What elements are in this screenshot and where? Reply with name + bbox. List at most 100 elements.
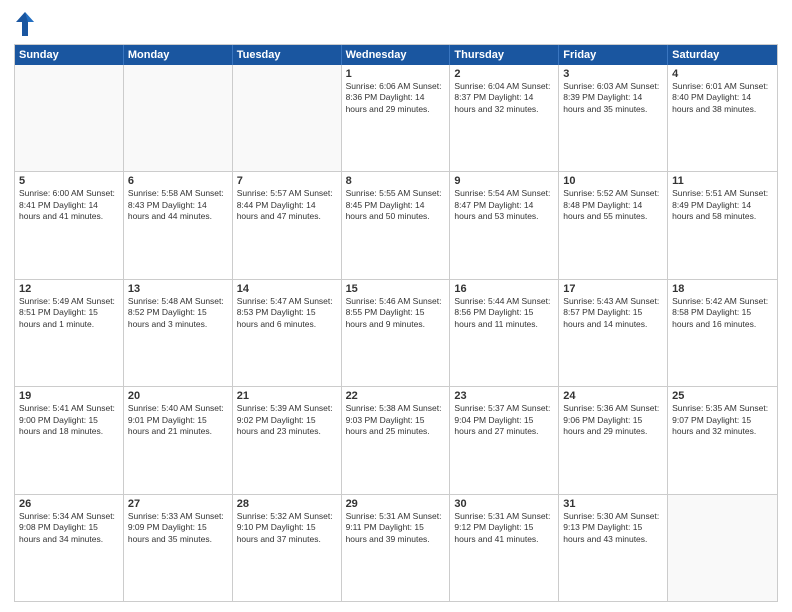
- day-info: Sunrise: 5:54 AM Sunset: 8:47 PM Dayligh…: [454, 188, 554, 222]
- day-number: 19: [19, 390, 119, 402]
- day-number: 17: [563, 283, 663, 295]
- header-day-tuesday: Tuesday: [233, 45, 342, 65]
- calendar-row-1: 1Sunrise: 6:06 AM Sunset: 8:36 PM Daylig…: [15, 65, 777, 171]
- day-number: 16: [454, 283, 554, 295]
- empty-cell: [15, 65, 124, 171]
- day-number: 7: [237, 175, 337, 187]
- day-number: 14: [237, 283, 337, 295]
- day-number: 21: [237, 390, 337, 402]
- calendar-row-3: 12Sunrise: 5:49 AM Sunset: 8:51 PM Dayli…: [15, 279, 777, 386]
- day-info: Sunrise: 5:43 AM Sunset: 8:57 PM Dayligh…: [563, 296, 663, 330]
- day-cell-18: 18Sunrise: 5:42 AM Sunset: 8:58 PM Dayli…: [668, 280, 777, 386]
- day-cell-27: 27Sunrise: 5:33 AM Sunset: 9:09 PM Dayli…: [124, 495, 233, 601]
- day-number: 11: [672, 175, 773, 187]
- day-info: Sunrise: 5:57 AM Sunset: 8:44 PM Dayligh…: [237, 188, 337, 222]
- day-cell-16: 16Sunrise: 5:44 AM Sunset: 8:56 PM Dayli…: [450, 280, 559, 386]
- day-info: Sunrise: 5:33 AM Sunset: 9:09 PM Dayligh…: [128, 511, 228, 545]
- day-number: 3: [563, 68, 663, 80]
- day-number: 8: [346, 175, 446, 187]
- day-number: 9: [454, 175, 554, 187]
- day-info: Sunrise: 5:38 AM Sunset: 9:03 PM Dayligh…: [346, 403, 446, 437]
- day-cell-4: 4Sunrise: 6:01 AM Sunset: 8:40 PM Daylig…: [668, 65, 777, 171]
- day-info: Sunrise: 5:35 AM Sunset: 9:07 PM Dayligh…: [672, 403, 773, 437]
- day-cell-10: 10Sunrise: 5:52 AM Sunset: 8:48 PM Dayli…: [559, 172, 668, 278]
- header-day-thursday: Thursday: [450, 45, 559, 65]
- header-day-friday: Friday: [559, 45, 668, 65]
- day-number: 6: [128, 175, 228, 187]
- day-info: Sunrise: 5:58 AM Sunset: 8:43 PM Dayligh…: [128, 188, 228, 222]
- day-number: 27: [128, 498, 228, 510]
- day-info: Sunrise: 5:47 AM Sunset: 8:53 PM Dayligh…: [237, 296, 337, 330]
- day-info: Sunrise: 5:34 AM Sunset: 9:08 PM Dayligh…: [19, 511, 119, 545]
- header-day-saturday: Saturday: [668, 45, 777, 65]
- day-info: Sunrise: 6:01 AM Sunset: 8:40 PM Dayligh…: [672, 81, 773, 115]
- day-info: Sunrise: 5:42 AM Sunset: 8:58 PM Dayligh…: [672, 296, 773, 330]
- logo: [14, 10, 40, 38]
- day-number: 22: [346, 390, 446, 402]
- day-number: 13: [128, 283, 228, 295]
- day-cell-30: 30Sunrise: 5:31 AM Sunset: 9:12 PM Dayli…: [450, 495, 559, 601]
- day-cell-11: 11Sunrise: 5:51 AM Sunset: 8:49 PM Dayli…: [668, 172, 777, 278]
- day-cell-25: 25Sunrise: 5:35 AM Sunset: 9:07 PM Dayli…: [668, 387, 777, 493]
- day-number: 4: [672, 68, 773, 80]
- calendar-header: SundayMondayTuesdayWednesdayThursdayFrid…: [15, 45, 777, 65]
- empty-cell: [124, 65, 233, 171]
- day-info: Sunrise: 5:41 AM Sunset: 9:00 PM Dayligh…: [19, 403, 119, 437]
- day-cell-5: 5Sunrise: 6:00 AM Sunset: 8:41 PM Daylig…: [15, 172, 124, 278]
- day-cell-19: 19Sunrise: 5:41 AM Sunset: 9:00 PM Dayli…: [15, 387, 124, 493]
- day-cell-2: 2Sunrise: 6:04 AM Sunset: 8:37 PM Daylig…: [450, 65, 559, 171]
- day-cell-13: 13Sunrise: 5:48 AM Sunset: 8:52 PM Dayli…: [124, 280, 233, 386]
- day-number: 20: [128, 390, 228, 402]
- day-cell-22: 22Sunrise: 5:38 AM Sunset: 9:03 PM Dayli…: [342, 387, 451, 493]
- day-number: 25: [672, 390, 773, 402]
- day-number: 12: [19, 283, 119, 295]
- page: SundayMondayTuesdayWednesdayThursdayFrid…: [0, 0, 792, 612]
- empty-cell: [233, 65, 342, 171]
- header: [14, 10, 778, 38]
- header-day-monday: Monday: [124, 45, 233, 65]
- day-cell-3: 3Sunrise: 6:03 AM Sunset: 8:39 PM Daylig…: [559, 65, 668, 171]
- day-number: 2: [454, 68, 554, 80]
- day-number: 24: [563, 390, 663, 402]
- day-info: Sunrise: 5:39 AM Sunset: 9:02 PM Dayligh…: [237, 403, 337, 437]
- day-cell-12: 12Sunrise: 5:49 AM Sunset: 8:51 PM Dayli…: [15, 280, 124, 386]
- calendar-row-2: 5Sunrise: 6:00 AM Sunset: 8:41 PM Daylig…: [15, 171, 777, 278]
- day-number: 29: [346, 498, 446, 510]
- day-info: Sunrise: 6:03 AM Sunset: 8:39 PM Dayligh…: [563, 81, 663, 115]
- day-cell-9: 9Sunrise: 5:54 AM Sunset: 8:47 PM Daylig…: [450, 172, 559, 278]
- day-number: 23: [454, 390, 554, 402]
- day-info: Sunrise: 5:52 AM Sunset: 8:48 PM Dayligh…: [563, 188, 663, 222]
- day-info: Sunrise: 5:48 AM Sunset: 8:52 PM Dayligh…: [128, 296, 228, 330]
- day-cell-15: 15Sunrise: 5:46 AM Sunset: 8:55 PM Dayli…: [342, 280, 451, 386]
- day-cell-8: 8Sunrise: 5:55 AM Sunset: 8:45 PM Daylig…: [342, 172, 451, 278]
- day-info: Sunrise: 6:00 AM Sunset: 8:41 PM Dayligh…: [19, 188, 119, 222]
- day-info: Sunrise: 5:31 AM Sunset: 9:12 PM Dayligh…: [454, 511, 554, 545]
- day-number: 1: [346, 68, 446, 80]
- empty-cell: [668, 495, 777, 601]
- day-cell-31: 31Sunrise: 5:30 AM Sunset: 9:13 PM Dayli…: [559, 495, 668, 601]
- day-info: Sunrise: 5:46 AM Sunset: 8:55 PM Dayligh…: [346, 296, 446, 330]
- calendar: SundayMondayTuesdayWednesdayThursdayFrid…: [14, 44, 778, 602]
- day-info: Sunrise: 5:30 AM Sunset: 9:13 PM Dayligh…: [563, 511, 663, 545]
- day-cell-14: 14Sunrise: 5:47 AM Sunset: 8:53 PM Dayli…: [233, 280, 342, 386]
- day-cell-29: 29Sunrise: 5:31 AM Sunset: 9:11 PM Dayli…: [342, 495, 451, 601]
- day-cell-7: 7Sunrise: 5:57 AM Sunset: 8:44 PM Daylig…: [233, 172, 342, 278]
- day-info: Sunrise: 5:36 AM Sunset: 9:06 PM Dayligh…: [563, 403, 663, 437]
- day-info: Sunrise: 5:44 AM Sunset: 8:56 PM Dayligh…: [454, 296, 554, 330]
- day-cell-21: 21Sunrise: 5:39 AM Sunset: 9:02 PM Dayli…: [233, 387, 342, 493]
- day-cell-28: 28Sunrise: 5:32 AM Sunset: 9:10 PM Dayli…: [233, 495, 342, 601]
- day-cell-17: 17Sunrise: 5:43 AM Sunset: 8:57 PM Dayli…: [559, 280, 668, 386]
- day-cell-26: 26Sunrise: 5:34 AM Sunset: 9:08 PM Dayli…: [15, 495, 124, 601]
- day-number: 10: [563, 175, 663, 187]
- day-info: Sunrise: 5:40 AM Sunset: 9:01 PM Dayligh…: [128, 403, 228, 437]
- day-info: Sunrise: 5:32 AM Sunset: 9:10 PM Dayligh…: [237, 511, 337, 545]
- day-info: Sunrise: 5:31 AM Sunset: 9:11 PM Dayligh…: [346, 511, 446, 545]
- day-info: Sunrise: 5:51 AM Sunset: 8:49 PM Dayligh…: [672, 188, 773, 222]
- day-number: 30: [454, 498, 554, 510]
- calendar-row-4: 19Sunrise: 5:41 AM Sunset: 9:00 PM Dayli…: [15, 386, 777, 493]
- logo-icon: [14, 10, 36, 38]
- day-cell-20: 20Sunrise: 5:40 AM Sunset: 9:01 PM Dayli…: [124, 387, 233, 493]
- day-info: Sunrise: 6:04 AM Sunset: 8:37 PM Dayligh…: [454, 81, 554, 115]
- day-number: 31: [563, 498, 663, 510]
- day-number: 18: [672, 283, 773, 295]
